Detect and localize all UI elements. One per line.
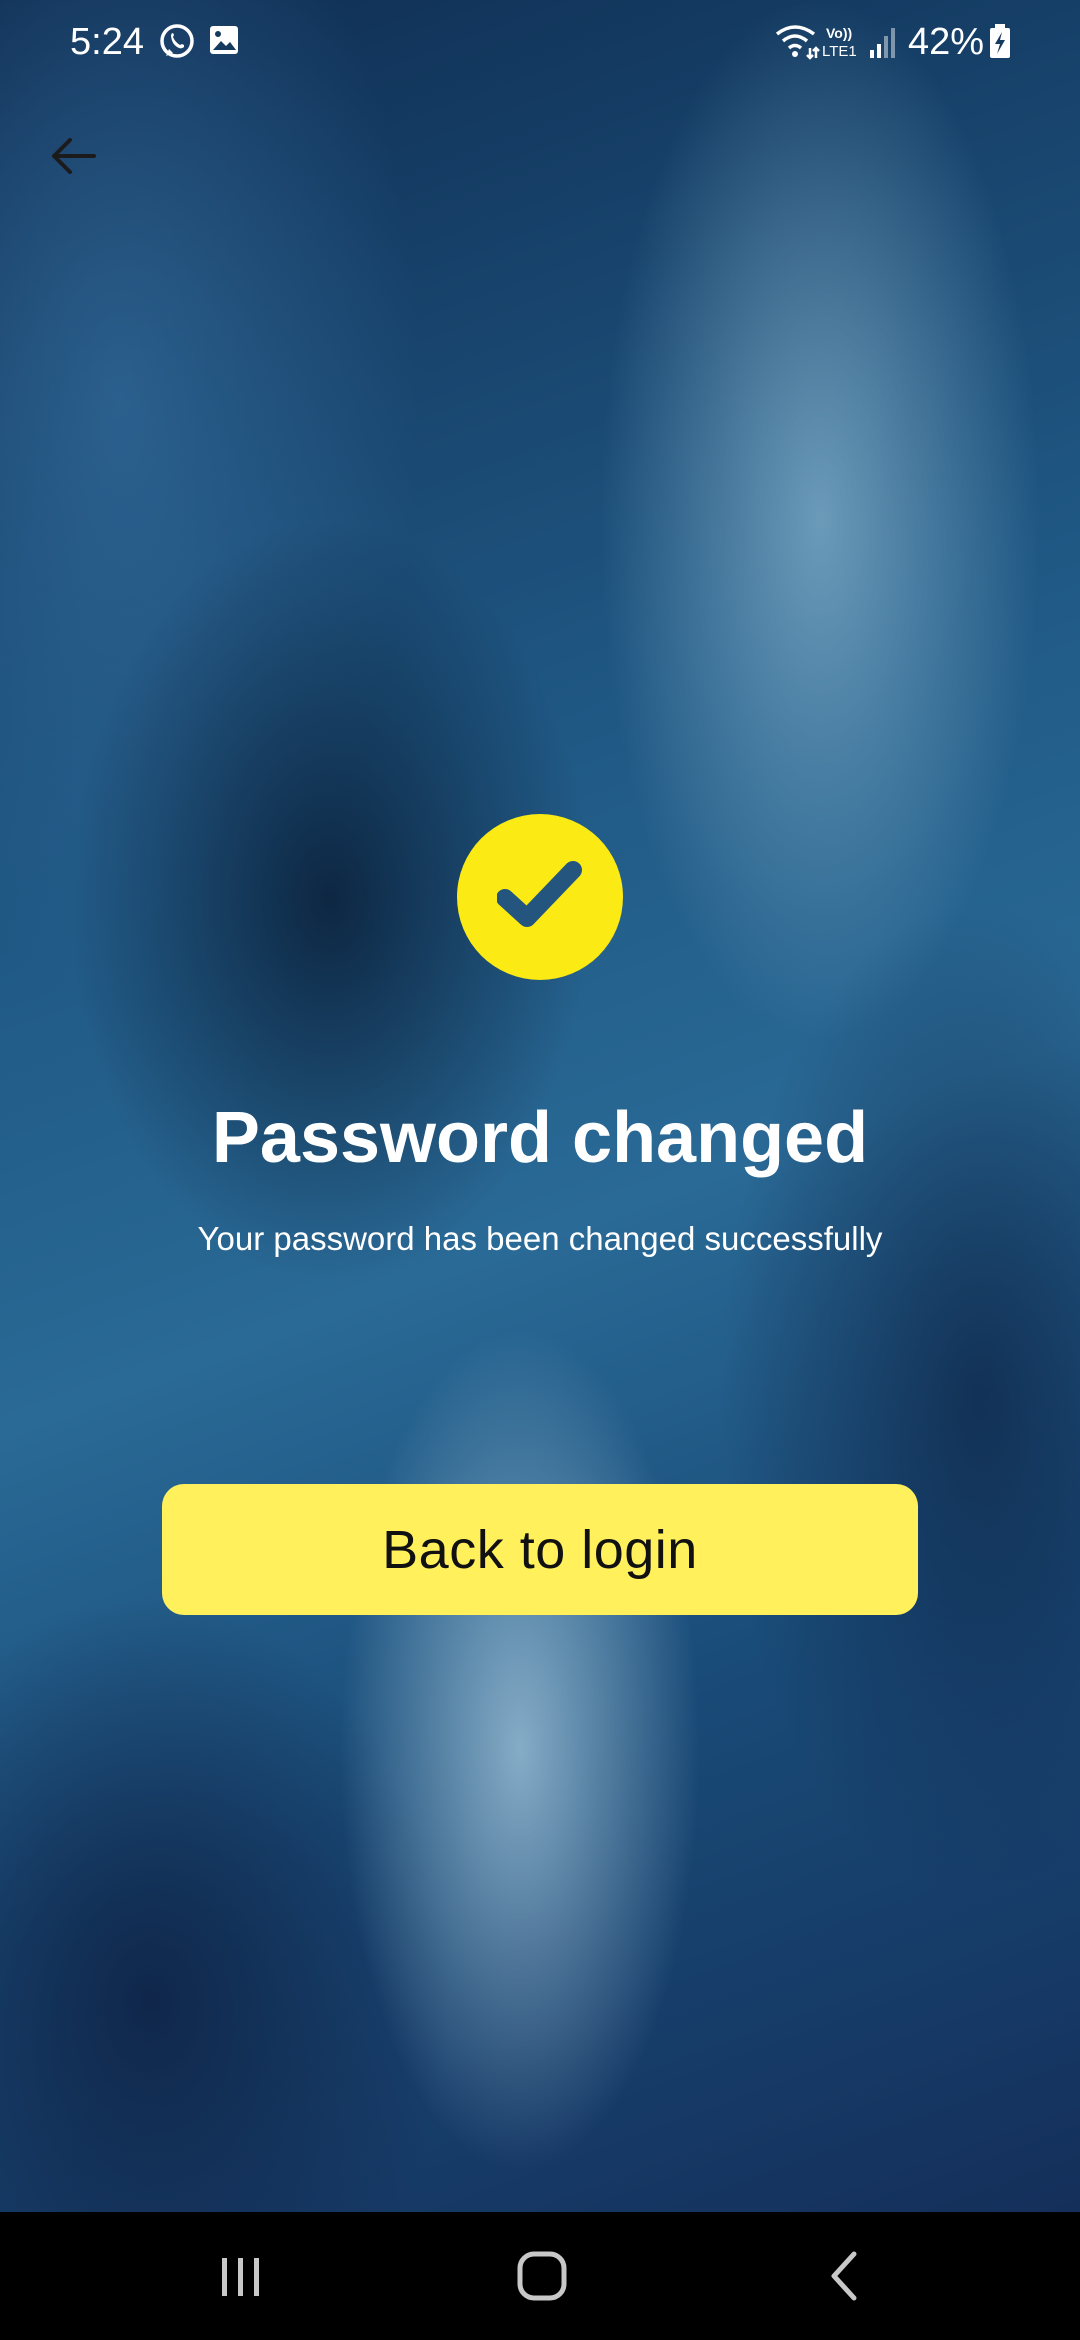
navigation-bar xyxy=(0,2212,1080,2340)
back-to-login-button[interactable]: Back to login xyxy=(162,1484,918,1615)
arrow-left-icon xyxy=(52,138,96,174)
home-button[interactable] xyxy=(502,2236,582,2316)
status-bar: 5:24 Vo)) LTE1 42% xyxy=(0,0,1080,84)
battery-charging-icon xyxy=(988,22,1012,62)
battery-percent: 42% xyxy=(907,21,984,63)
check-icon xyxy=(497,861,582,927)
whatsapp-icon xyxy=(158,22,196,62)
status-time: 5:24 xyxy=(70,21,144,63)
page-title: Password changed xyxy=(211,1098,869,1178)
nav-back-button[interactable] xyxy=(804,2236,884,2316)
image-icon xyxy=(208,22,240,62)
back-button[interactable] xyxy=(46,128,102,184)
wifi-icon xyxy=(774,22,820,62)
home-icon xyxy=(517,2251,567,2301)
signal-icon xyxy=(868,22,898,62)
recent-apps-button[interactable] xyxy=(200,2236,280,2316)
success-badge xyxy=(457,814,623,980)
recent-apps-icon xyxy=(222,2258,259,2296)
svg-text:LTE1: LTE1 xyxy=(822,43,857,60)
svg-text:Vo)): Vo)) xyxy=(826,25,852,41)
password-changed-screen: 5:24 Vo)) LTE1 42% Password changed Your… xyxy=(0,0,1080,2340)
success-message: Your password has been changed successfu… xyxy=(197,1220,883,1257)
back-icon xyxy=(831,2251,857,2301)
back-to-login-label: Back to login xyxy=(382,1519,698,1580)
volte-lte-icon: Vo)) LTE1 xyxy=(822,22,864,62)
